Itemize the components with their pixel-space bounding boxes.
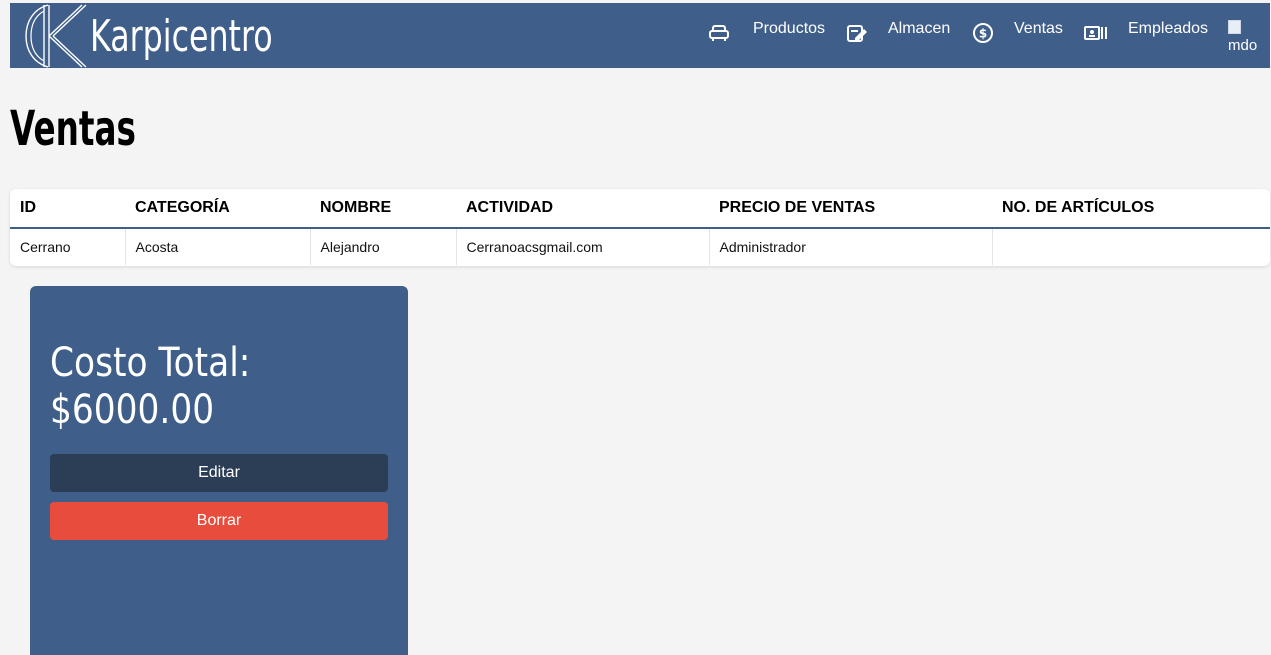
edit-button[interactable]: Editar xyxy=(50,454,388,492)
total-cost-card: Costo Total: $6000.00 Editar Borrar xyxy=(30,286,408,655)
sofa-icon xyxy=(709,25,729,41)
id-card-icon xyxy=(1084,26,1107,40)
table-cell: Alejandro xyxy=(310,228,457,265)
nav-label-empleados: Empleados xyxy=(1128,20,1209,37)
sales-table: ID CATEGORÍA NOMBRE ACTIVIDAD PRECIO DE … xyxy=(10,189,1270,266)
column-header: PRECIO DE VENTAS xyxy=(709,189,992,229)
top-navbar: Karpicentro Productos Almacen $ Ventas E… xyxy=(10,3,1270,68)
table-cell: Cerrano xyxy=(10,228,126,265)
total-cost-label: Costo Total: xyxy=(50,340,251,386)
svg-text:$: $ xyxy=(979,27,987,41)
brand-name[interactable]: Karpicentro xyxy=(90,9,273,65)
column-header: CATEGORÍA xyxy=(125,189,310,229)
dollar-circle-icon: $ xyxy=(973,23,993,43)
table-cell xyxy=(992,228,1270,265)
table-cell: Cerranoacsgmail.com xyxy=(456,228,710,265)
profile-image[interactable]: mdo xyxy=(1228,20,1257,54)
total-cost: Costo Total: $6000.00 xyxy=(50,340,250,434)
column-header: NO. DE ARTÍCULOS xyxy=(992,189,1270,229)
profile-image-alt: mdo xyxy=(1228,37,1258,54)
delete-button[interactable]: Borrar xyxy=(50,502,388,540)
nav-label-ventas: Ventas xyxy=(1014,20,1063,37)
total-cost-amount: $6000.00 xyxy=(50,387,215,433)
table-cell: Administrador xyxy=(709,228,993,265)
nav-label-productos: Productos xyxy=(753,20,826,37)
column-header: NOMBRE xyxy=(310,189,456,229)
page-title: Ventas xyxy=(10,101,136,157)
edit-box-icon xyxy=(847,25,867,42)
broken-image-icon xyxy=(1228,20,1241,34)
karpicentro-logo-icon[interactable] xyxy=(20,3,92,68)
table-row: Cerrano Acosta Alejandro Cerranoacsgmail… xyxy=(10,228,1270,265)
nav-label-almacen: Almacen xyxy=(888,20,951,37)
column-header: ID xyxy=(10,189,125,229)
table-cell: Acosta xyxy=(125,228,311,265)
column-header: ACTIVIDAD xyxy=(456,189,709,229)
table-header-row: ID CATEGORÍA NOMBRE ACTIVIDAD PRECIO DE … xyxy=(10,189,1270,229)
